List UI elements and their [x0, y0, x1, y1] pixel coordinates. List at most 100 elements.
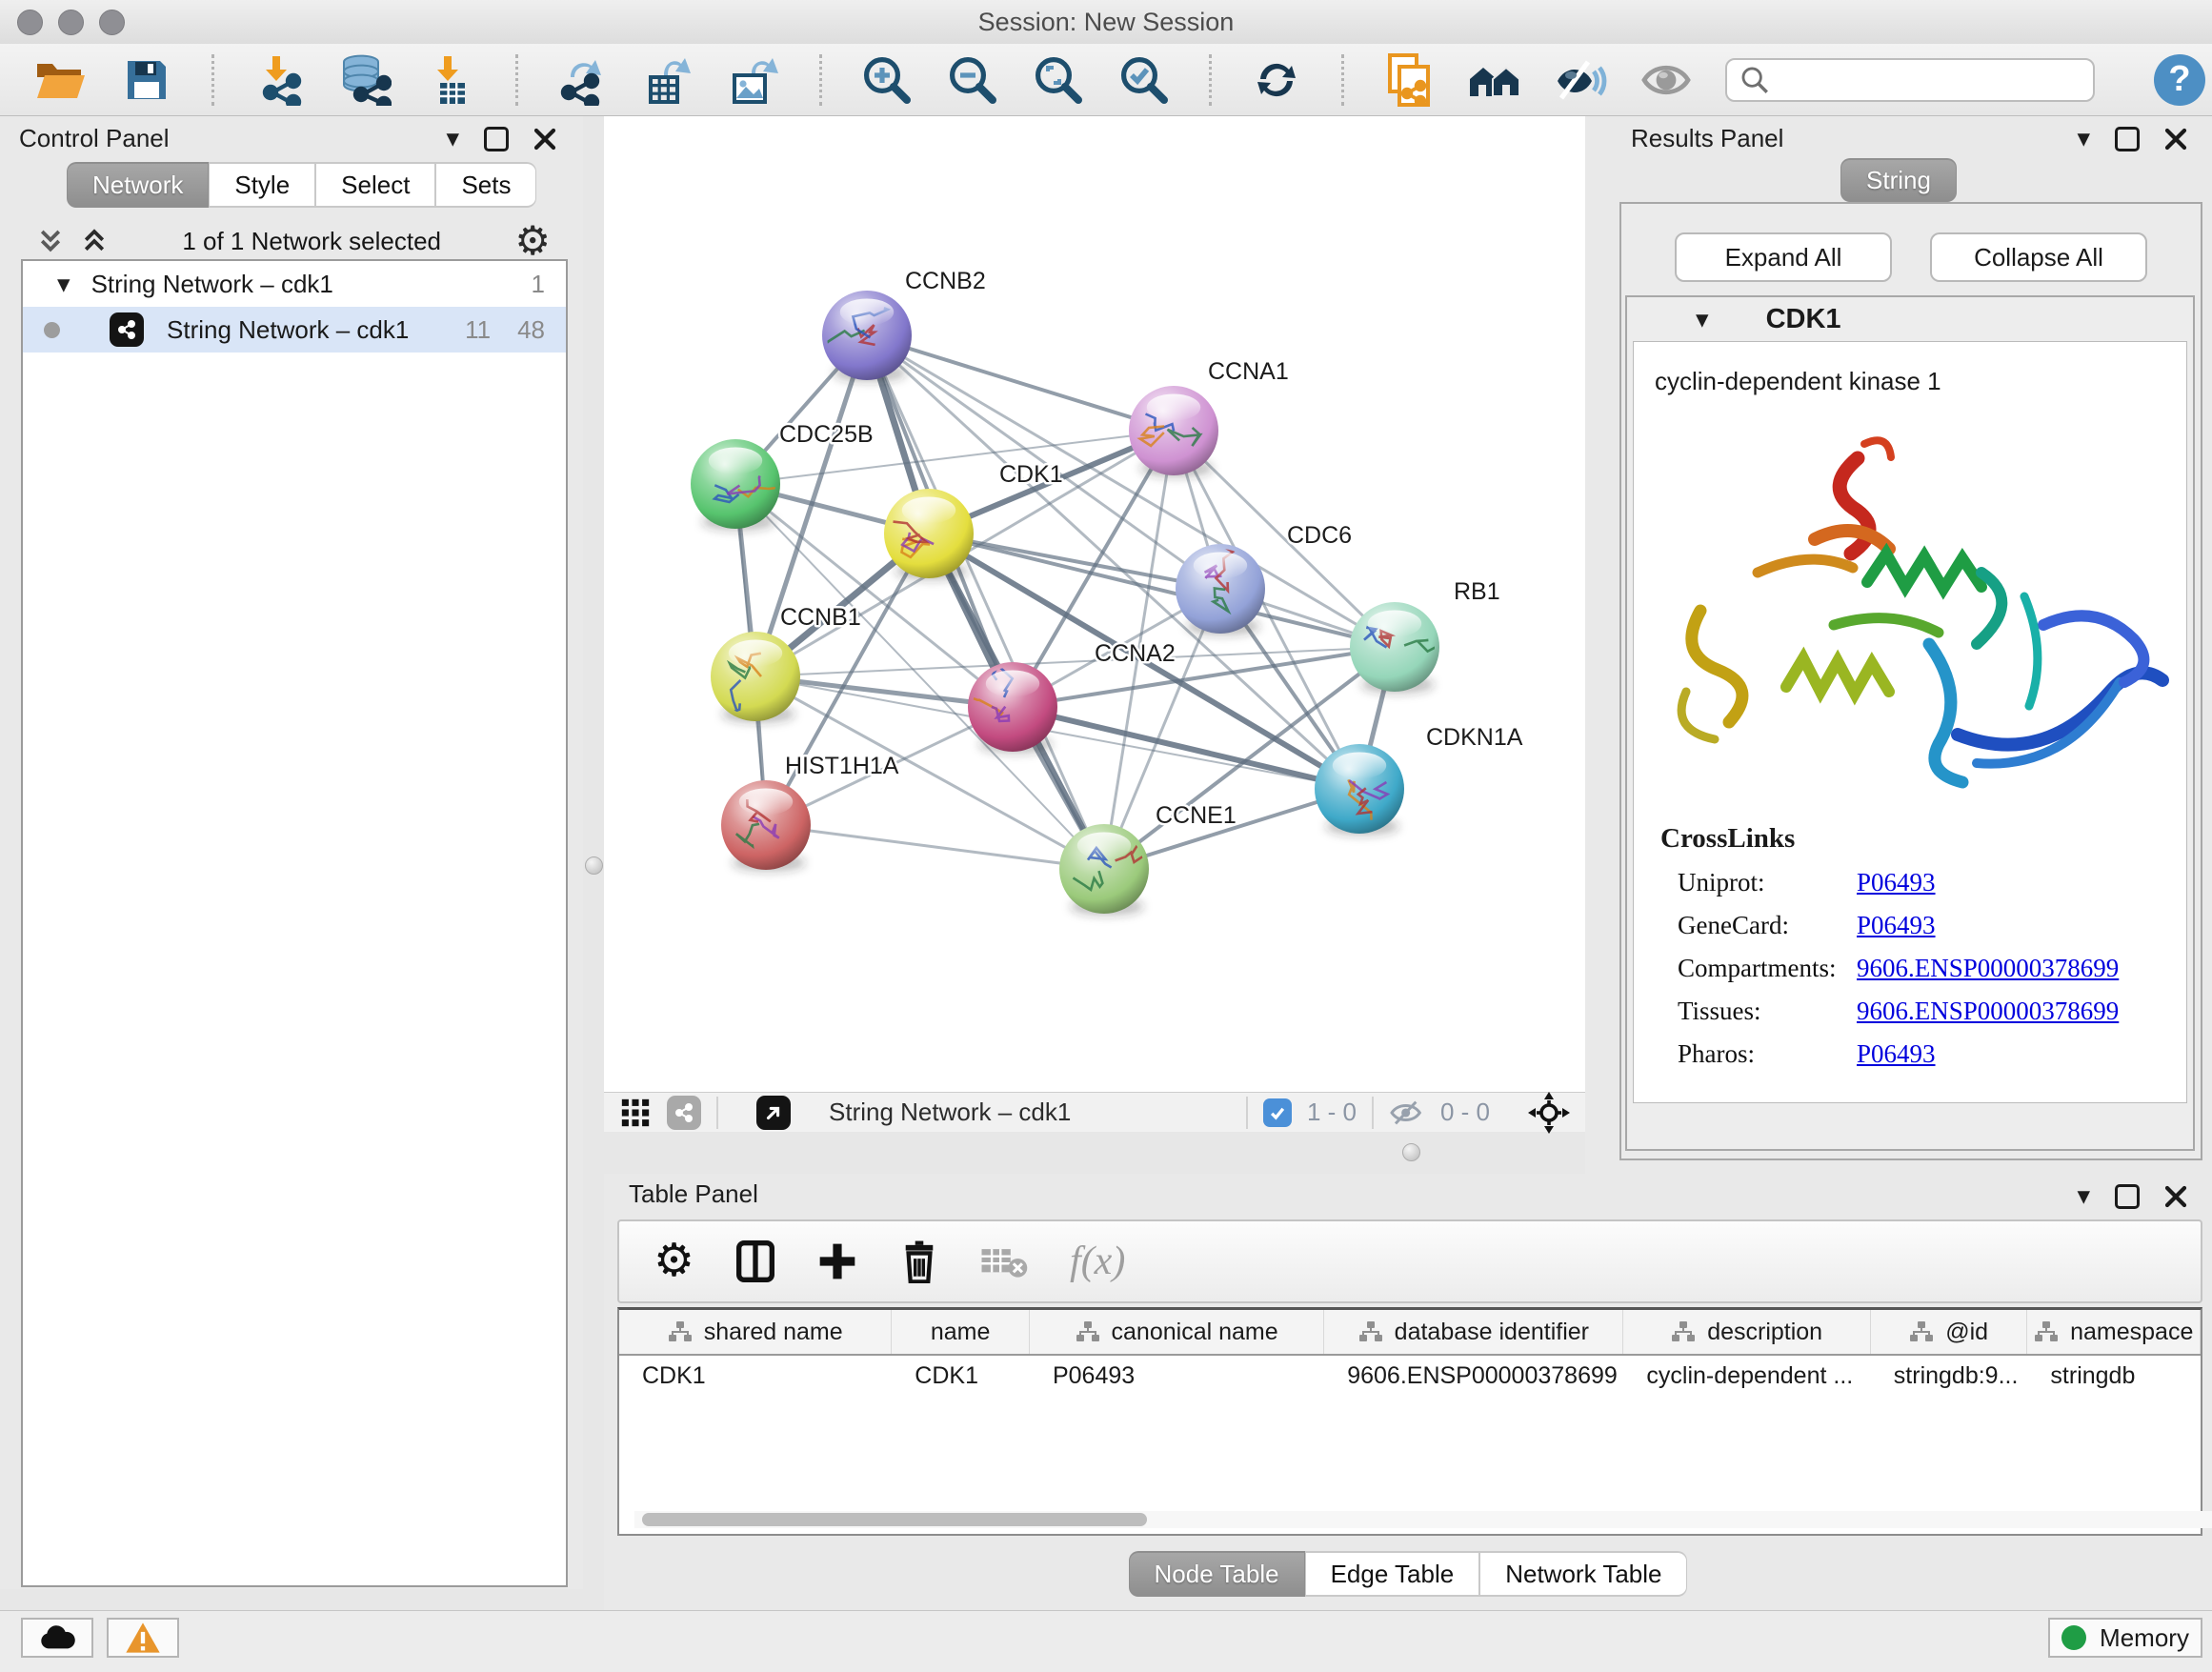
table-row[interactable]: CDK1CDK1P064939606.ENSP00000378699cyclin… — [619, 1356, 2201, 1396]
network-node-HIST1H1A[interactable]: HIST1H1A — [721, 753, 899, 872]
network-collection-row[interactable]: ▾ String Network – cdk1 1 — [23, 261, 566, 307]
collapse-all-button[interactable]: Collapse All — [1930, 232, 2147, 282]
network-canvas[interactable]: CCNB2CCNA1CDC25BCDK1CDC6RB1CCNB1CCNA2CDK… — [604, 116, 1585, 1092]
table-panel-menu-icon[interactable]: ▾ — [2077, 1183, 2090, 1209]
control-panel-menu-icon[interactable]: ▾ — [446, 126, 459, 151]
delete-table-icon[interactable] — [980, 1243, 1028, 1279]
add-column-icon[interactable] — [816, 1240, 858, 1282]
collapse-all-icon[interactable] — [36, 227, 65, 255]
zoom-selected-icon — [1118, 54, 1170, 106]
control-panel-float-icon[interactable] — [484, 127, 509, 151]
tab-sets[interactable]: Sets — [435, 162, 536, 208]
open-folder-icon — [35, 58, 87, 102]
scrollbar-thumb[interactable] — [642, 1513, 1147, 1526]
table-panel-close-icon[interactable] — [2164, 1185, 2187, 1208]
import-network-button[interactable] — [252, 53, 306, 107]
tab-node-table[interactable]: Node Table — [1129, 1551, 1305, 1597]
table-cell[interactable]: cyclin-dependent ... — [1623, 1356, 1870, 1396]
two-houses-icon — [1468, 56, 1521, 104]
table-cell[interactable]: 9606.ENSP00000378699 — [1324, 1356, 1623, 1396]
crosslink-link[interactable]: 9606.ENSP00000378699 — [1857, 997, 2119, 1026]
network-node-RB1[interactable]: RB1 — [1350, 578, 1500, 694]
network-node-CCNA1[interactable]: CCNA1 — [1129, 358, 1289, 477]
show-all-button[interactable] — [1639, 53, 1693, 107]
clone-network-button[interactable] — [1382, 53, 1436, 107]
memory-button[interactable]: Memory — [2048, 1618, 2202, 1658]
column-label: shared name — [704, 1319, 843, 1346]
detach-view-button[interactable] — [756, 1096, 791, 1130]
column-header-name[interactable]: name — [892, 1310, 1030, 1354]
column-header-description[interactable]: description — [1623, 1310, 1870, 1354]
crosslink-link[interactable]: P06493 — [1857, 1039, 1936, 1069]
gene-expand-icon[interactable]: ▾ — [1696, 307, 1709, 332]
birdseye-navigator-icon[interactable] — [1528, 1092, 1570, 1134]
expand-all-button[interactable]: Expand All — [1675, 232, 1892, 282]
save-disk-icon — [124, 57, 170, 103]
column-header-namespace[interactable]: namespace — [2027, 1310, 2201, 1354]
warnings-button[interactable] — [107, 1618, 179, 1658]
crosslink-link[interactable]: P06493 — [1857, 911, 1936, 940]
crosslink-link[interactable]: 9606.ENSP00000378699 — [1857, 954, 2119, 983]
first-neighbors-button[interactable] — [1468, 53, 1521, 107]
results-panel-menu-icon[interactable]: ▾ — [2077, 126, 2090, 151]
import-table-button[interactable] — [424, 53, 477, 107]
results-panel-float-icon[interactable] — [2115, 127, 2140, 151]
column-header-@id[interactable]: @id — [1871, 1310, 2028, 1354]
tab-select[interactable]: Select — [315, 162, 435, 208]
collection-expand-icon[interactable]: ▾ — [57, 272, 70, 297]
column-header-database-identifier[interactable]: database identifier — [1324, 1310, 1623, 1354]
column-header-canonical-name[interactable]: canonical name — [1030, 1310, 1324, 1354]
network-node-CCNE1[interactable]: CCNE1 — [1059, 802, 1237, 916]
horizontal-scrollbar[interactable] — [634, 1511, 2212, 1528]
column-header-shared-name[interactable]: shared name — [619, 1310, 892, 1354]
network-node-CCNB1[interactable]: CCNB1 — [711, 604, 861, 723]
table-cell[interactable]: stringdb — [2027, 1356, 2201, 1396]
zoom-selected-button[interactable] — [1117, 53, 1171, 107]
crosslink-label: Tissues: — [1678, 997, 1857, 1026]
open-session-button[interactable] — [34, 53, 88, 107]
save-session-button[interactable] — [120, 53, 173, 107]
bottom-splitter-handle[interactable] — [1402, 1143, 1420, 1161]
table-cell[interactable]: CDK1 — [892, 1356, 1030, 1396]
tab-edge-table[interactable]: Edge Table — [1305, 1551, 1480, 1597]
show-columns-icon[interactable] — [736, 1240, 774, 1282]
delete-column-icon[interactable] — [900, 1239, 938, 1283]
search-input[interactable] — [1771, 65, 2081, 94]
gene-section-header[interactable]: ▾ CDK1 — [1627, 297, 2193, 341]
zoom-out-button[interactable] — [946, 53, 999, 107]
grid-view-icon[interactable] — [619, 1097, 652, 1129]
network-badge-icon[interactable] — [667, 1096, 701, 1130]
zoom-in-button[interactable] — [860, 53, 914, 107]
network-node-CDKN1A[interactable]: CDKN1A — [1315, 724, 1523, 836]
export-image-button[interactable] — [728, 53, 781, 107]
table-options-gear-icon[interactable]: ⚙ — [654, 1239, 694, 1284]
table-cell[interactable]: CDK1 — [619, 1356, 892, 1396]
crosslink-link[interactable]: P06493 — [1857, 868, 1936, 897]
toolbar-separator — [515, 54, 518, 106]
network-row[interactable]: String Network – cdk1 11 48 — [23, 307, 566, 353]
selected-indicator-checkbox[interactable] — [1263, 1098, 1292, 1127]
table-cell[interactable]: stringdb:9... — [1871, 1356, 2028, 1396]
zoom-fit-button[interactable] — [1032, 53, 1085, 107]
function-builder-icon[interactable]: f(x) — [1070, 1239, 1125, 1284]
table-panel-float-icon[interactable] — [2115, 1184, 2140, 1209]
export-network-button[interactable] — [556, 53, 610, 107]
tab-string[interactable]: String — [1840, 158, 1957, 202]
help-button[interactable]: ? — [2154, 54, 2205, 106]
control-panel-close-icon[interactable] — [533, 128, 556, 151]
left-splitter-handle[interactable] — [585, 856, 603, 875]
import-network-from-database-button[interactable] — [338, 53, 392, 107]
network-options-gear-icon[interactable]: ⚙ — [514, 221, 551, 261]
hidden-eye-icon[interactable] — [1389, 1099, 1425, 1126]
hide-selected-button[interactable] — [1554, 53, 1607, 107]
tab-style[interactable]: Style — [209, 162, 315, 208]
expand-all-icon[interactable] — [80, 227, 109, 255]
export-table-button[interactable] — [642, 53, 695, 107]
apply-layout-button[interactable] — [1250, 53, 1303, 107]
tab-network-table[interactable]: Network Table — [1479, 1551, 1687, 1597]
cloud-status-button[interactable] — [21, 1618, 93, 1658]
table-cell[interactable]: P06493 — [1030, 1356, 1324, 1396]
results-panel: Results Panel ▾ String Expand All Collap… — [1585, 116, 2212, 1174]
tab-network[interactable]: Network — [67, 162, 209, 208]
results-panel-close-icon[interactable] — [2164, 128, 2187, 151]
